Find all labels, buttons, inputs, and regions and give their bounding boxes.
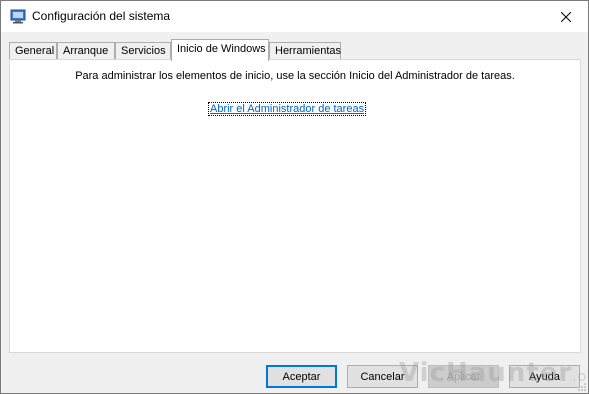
accept-button[interactable]: Aceptar	[266, 365, 337, 388]
system-configuration-window: Configuración del sistema General Arranq…	[0, 0, 589, 394]
tab-general[interactable]: General	[9, 42, 57, 60]
open-task-manager-link[interactable]: Abrir el Administrador de tareas	[208, 102, 367, 116]
msconfig-icon	[10, 8, 26, 24]
close-icon	[560, 11, 571, 22]
tab-inicio-de-windows[interactable]: Inicio de Windows	[171, 39, 269, 61]
window-title: Configuración del sistema	[32, 9, 171, 23]
resize-grip-icon[interactable]	[577, 382, 587, 392]
title-bar[interactable]: Configuración del sistema	[1, 1, 588, 32]
tab-arranque[interactable]: Arranque	[57, 42, 115, 60]
cancel-button[interactable]: Cancelar	[347, 365, 418, 388]
tab-panel: Para administrar los elementos de inicio…	[9, 59, 581, 353]
help-button[interactable]: Ayuda	[509, 365, 580, 388]
close-button[interactable]	[543, 1, 588, 32]
tab-herramientas[interactable]: Herramientas	[269, 42, 341, 60]
apply-button[interactable]: Aplicar	[428, 365, 499, 388]
startup-description: Para administrar los elementos de inicio…	[75, 70, 515, 82]
tab-servicios[interactable]: Servicios	[115, 42, 171, 60]
